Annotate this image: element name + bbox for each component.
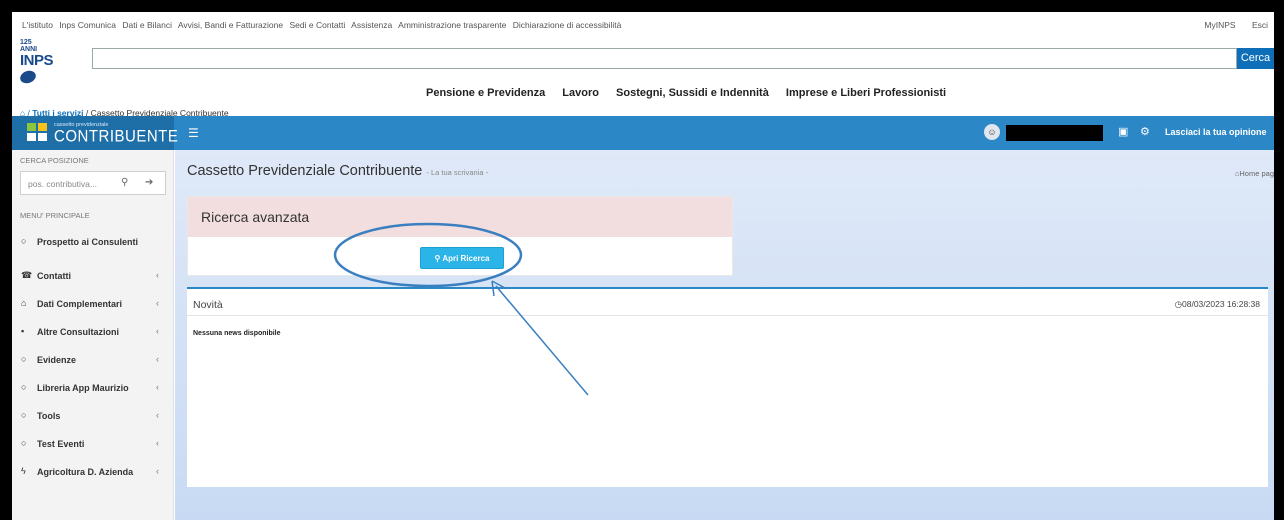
news-title: Novità — [193, 299, 223, 311]
circle-icon: ○ — [21, 236, 27, 246]
main-menu-caption: MENU' PRINCIPALE — [20, 211, 90, 220]
settings-icon[interactable]: ⚙ — [1140, 125, 1150, 138]
divider — [187, 315, 1268, 316]
sidebar-item-label: Evidenze — [37, 355, 77, 365]
top-link[interactable]: Dati e Bilanci — [122, 20, 172, 30]
sidebar-item-label: Tools — [37, 411, 61, 421]
site-search-input[interactable] — [92, 48, 1237, 69]
news-date: ◷08/03/2023 16:28:38 — [1175, 299, 1260, 310]
sidebar-item-libreria[interactable]: ○ Libreria App Maurizio ‹ — [12, 376, 174, 400]
top-link[interactable]: Sedi e Contatti — [289, 20, 345, 30]
search-position-caption: CERCA POSIZIONE — [20, 156, 89, 165]
clock-icon: ◷ — [1174, 299, 1182, 309]
sidebar-item-altre-consultazioni[interactable]: ▪ Altre Consultazioni ‹ — [12, 320, 174, 344]
chevron-left-icon: ‹ — [156, 354, 159, 364]
sidebar-item-label: Contatti — [37, 271, 71, 281]
sidebar-item-contatti[interactable]: ☎ Contatti ‹ — [12, 264, 174, 288]
logo-mark-icon — [18, 68, 38, 86]
sidebar-item-agricoltura[interactable]: ϟ Agricoltura D. Azienda ‹ — [12, 460, 174, 484]
top-link[interactable]: Inps Comunica — [59, 20, 116, 30]
brand-logo-icon — [27, 123, 51, 143]
top-link[interactable]: Amministrazione trasparente — [398, 20, 506, 30]
main-nav: Pensione e Previdenza Lavoro Sostegni, S… — [426, 87, 960, 99]
main-content: Cassetto Previdenziale Contribuente - La… — [175, 150, 1274, 520]
arrow-right-icon[interactable]: ➔ — [145, 177, 153, 188]
position-search-input[interactable]: pos. contributiva... ⚲ ➔ — [20, 171, 166, 195]
news-panel: Novità ◷08/03/2023 16:28:38 Nessuna news… — [187, 287, 1268, 487]
page-title: Cassetto Previdenziale Contribuente - La… — [187, 163, 488, 179]
sidebar: CERCA POSIZIONE pos. contributiva... ⚲ ➔… — [12, 150, 174, 520]
sidebar-item-label: Libreria App Maurizio — [37, 383, 129, 393]
sidebar-item-dati-complementari[interactable]: ⌂ Dati Complementari ‹ — [12, 292, 174, 316]
page-subtitle: - La tua scrivania - — [426, 168, 489, 177]
lightning-icon: ϟ — [21, 466, 26, 476]
browser-frame: L'istituto Inps Comunica Dati e Bilanci … — [12, 12, 1274, 520]
top-link[interactable]: Assistenza — [351, 20, 392, 30]
sidebar-item-tools[interactable]: ○ Tools ‹ — [12, 404, 174, 428]
brand-name: CONTRIBUENTE — [54, 127, 179, 146]
search-icon[interactable]: ⚲ — [121, 177, 128, 188]
top-link[interactable]: L'istituto — [22, 20, 53, 30]
phone-icon: ☎ — [21, 270, 33, 280]
circle-icon: ○ — [21, 438, 27, 448]
position-search-placeholder: pos. contributiva... — [28, 179, 97, 189]
sidebar-item-evidenze[interactable]: ○ Evidenze ‹ — [12, 348, 174, 372]
top-link[interactable]: Dichiarazione di accessibilità — [513, 20, 622, 30]
chevron-left-icon: ‹ — [156, 382, 159, 392]
logout-link[interactable]: Esci — [1252, 20, 1268, 30]
sidebar-item-label: Agricoltura D. Azienda — [37, 467, 134, 477]
chevron-left-icon: ‹ — [156, 410, 159, 420]
redacted-username — [1006, 125, 1103, 141]
sidebar-item-prospetto[interactable]: ○ Prospetto ai Consulenti — [12, 230, 174, 254]
sidebar-item-label: Dati Complementari — [37, 299, 123, 309]
sidebar-item-label: Prospetto ai Consulenti — [37, 237, 139, 247]
circle-icon: ○ — [21, 354, 27, 364]
chevron-left-icon: ‹ — [156, 270, 159, 280]
app-brand[interactable]: cassetto previdenziale CONTRIBUENTE — [12, 116, 178, 150]
feedback-link[interactable]: Lasciaci la tua opinione — [1165, 127, 1267, 137]
sidebar-item-label: Altre Consultazioni — [37, 327, 120, 337]
top-link[interactable]: Avvisi, Bandi e Fatturazione — [178, 20, 283, 30]
no-news-text: Nessuna news disponibile — [193, 330, 281, 337]
circle-icon: ○ — [21, 382, 27, 392]
logo-anni: 125 ANNI — [20, 39, 38, 53]
bank-icon: ⌂ — [21, 298, 27, 308]
home-page-link[interactable]: ⌂Home pag — [1235, 169, 1274, 178]
chevron-left-icon: ‹ — [156, 326, 159, 336]
top-links-bar: L'istituto Inps Comunica Dati e Bilanci … — [12, 12, 1274, 38]
nav-lavoro[interactable]: Lavoro — [562, 87, 599, 99]
nav-sostegni[interactable]: Sostegni, Sussidi e Indennità — [616, 87, 769, 99]
advanced-search-header: Ricerca avanzata — [188, 197, 732, 237]
logo-name: INPS — [20, 52, 54, 69]
sidebar-item-label: Test Eventi — [37, 439, 85, 449]
menu-toggle-icon[interactable]: ☰ — [188, 126, 199, 140]
search-button[interactable]: Cerca — [1237, 48, 1274, 69]
chevron-left-icon: ‹ — [156, 466, 159, 476]
advanced-search-panel: Ricerca avanzata ⚲ Apri Ricerca — [187, 196, 733, 276]
square-icon: ▪ — [21, 326, 25, 336]
nav-pensione[interactable]: Pensione e Previdenza — [426, 87, 545, 99]
open-search-label: Apri Ricerca — [442, 254, 490, 263]
myinps-link[interactable]: MyINPS — [1204, 20, 1235, 30]
open-search-button[interactable]: ⚲ Apri Ricerca — [420, 247, 504, 269]
news-date-value: 08/03/2023 16:28:38 — [1182, 299, 1260, 309]
page-title-text: Cassetto Previdenziale Contribuente — [187, 163, 423, 179]
user-avatar-icon[interactable]: ☺ — [984, 124, 1000, 140]
circle-icon: ○ — [21, 410, 27, 420]
screen-icon[interactable]: ▣ — [1118, 125, 1128, 138]
chevron-left-icon: ‹ — [156, 438, 159, 448]
advanced-search-title: Ricerca avanzata — [201, 209, 310, 225]
inps-logo[interactable]: 125 ANNI INPS — [18, 39, 54, 91]
nav-imprese[interactable]: Imprese e Liberi Professionisti — [786, 87, 946, 99]
app-bar: cassetto previdenziale CONTRIBUENTE ☰ ☺ … — [12, 116, 1274, 150]
sidebar-item-test-eventi[interactable]: ○ Test Eventi ‹ — [12, 432, 174, 456]
chevron-left-icon: ‹ — [156, 298, 159, 308]
